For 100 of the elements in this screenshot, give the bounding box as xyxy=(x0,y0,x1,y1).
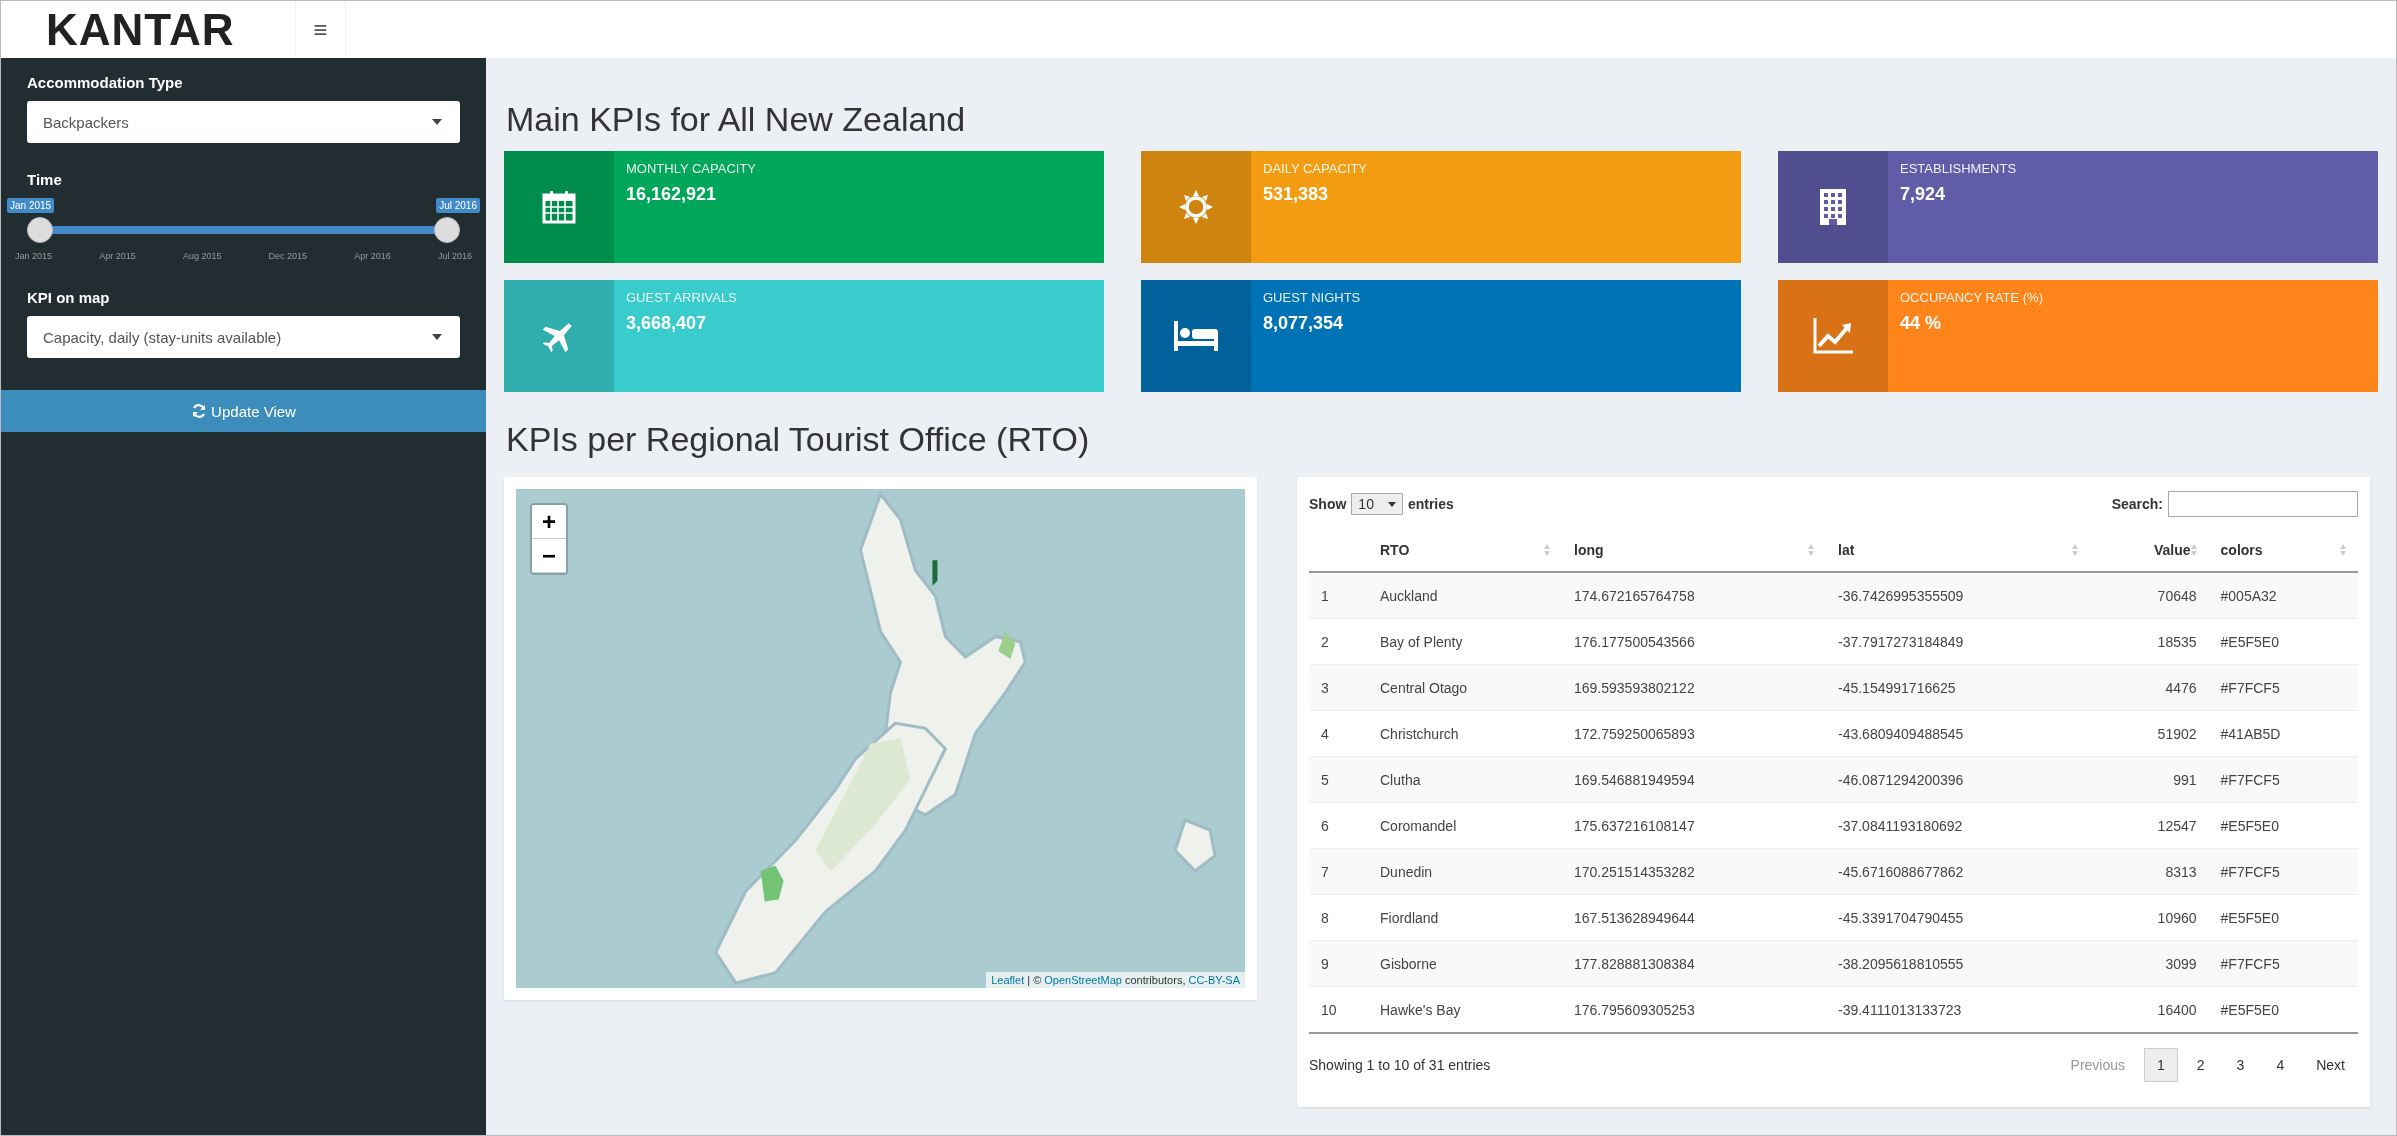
kpi-label: DAILY CAPACITY xyxy=(1263,161,1368,176)
table-cell: 70648 xyxy=(2090,572,2209,619)
table-cell: 991 xyxy=(2090,756,2209,803)
caret-icon xyxy=(432,334,442,340)
table-cell: #F7FCF5 xyxy=(2208,756,2358,803)
sort-icon xyxy=(2190,544,2197,556)
table-cell: Hawke's Bay xyxy=(1368,986,1562,1033)
table-cell: 4 xyxy=(1309,710,1368,757)
table-cell: 172.759250065893 xyxy=(1562,710,1826,757)
table-cell: 169.546881949594 xyxy=(1562,756,1826,803)
pagination-button[interactable]: 1 xyxy=(2144,1048,2178,1082)
table-cell: 177.828881308384 xyxy=(1562,940,1826,987)
sort-icon xyxy=(1544,544,1550,556)
kpi-label: GUEST NIGHTS xyxy=(1263,290,1361,305)
dropdown[interactable]: Capacity, daily (stay-units available) xyxy=(27,316,460,358)
zoom-out-button[interactable]: − xyxy=(532,539,566,573)
slider-value: Jul 2016 xyxy=(436,198,480,213)
update-button[interactable]: Update View xyxy=(1,390,486,432)
kpi-label: ESTABLISHMENTS xyxy=(1900,161,2017,176)
sort-icon xyxy=(1808,544,1814,556)
caret-icon xyxy=(1387,501,1396,507)
table-cell: Fiordland xyxy=(1368,894,1562,941)
table-cell: 167.513628949644 xyxy=(1562,894,1826,941)
table-cell: 8313 xyxy=(2090,848,2209,895)
table-cell: 4476 xyxy=(2090,664,2209,711)
table-cell: -37.7917273184849 xyxy=(1826,618,2090,665)
tick-label: Apr 2016 xyxy=(354,251,391,261)
table-info: Showing 1 to 10 of 31 entries xyxy=(1309,1057,1491,1073)
table-cell: 176.177500543566 xyxy=(1562,618,1826,665)
table-cell: -45.6716088677862 xyxy=(1826,848,2090,895)
caret-icon xyxy=(432,119,442,125)
table-cell: 2 xyxy=(1309,618,1368,665)
table-cell: 3 xyxy=(1309,664,1368,711)
page-length-dropdown[interactable]: 10 xyxy=(1351,493,1403,515)
table-cell: #41AB5D xyxy=(2208,710,2358,757)
section-title: KPIs per Regional Tourist Office (RTO) xyxy=(506,420,1091,459)
kpi-value: 16,162,921 xyxy=(626,184,718,205)
kpi-value: 44 % xyxy=(1900,313,1943,334)
table-cell: #E5F5E0 xyxy=(2208,986,2358,1033)
tick-label: Jul 2016 xyxy=(437,251,472,261)
bed-icon xyxy=(1174,321,1218,351)
table-cell: #005A32 xyxy=(2208,572,2358,619)
kpi-value: 3,668,407 xyxy=(626,313,708,334)
kpi-label: MONTHLY CAPACITY xyxy=(626,161,757,176)
section-title: Main KPIs for All New Zealand xyxy=(506,100,967,139)
attribution-text: | © xyxy=(1027,974,1042,986)
table-cell: 10960 xyxy=(2090,894,2209,941)
attribution-link[interactable]: OpenStreetMap xyxy=(1044,974,1122,986)
attribution-link[interactable]: CC-BY-SA xyxy=(1188,974,1240,986)
pagination-button[interactable]: Next xyxy=(2303,1048,2358,1082)
table-cell: -43.6809409488545 xyxy=(1826,710,2090,757)
table-cell: -38.2095618810555 xyxy=(1826,940,2090,987)
table-cell: #F7FCF5 xyxy=(2208,848,2358,895)
building-icon xyxy=(1819,188,1847,226)
table-cell: Coromandel xyxy=(1368,802,1562,849)
table-cell: -45.154991716625 xyxy=(1826,664,2090,711)
table-cell: 174.672165764758 xyxy=(1562,572,1826,619)
slider-value: Jan 2015 xyxy=(7,198,55,213)
table-cell: 7 xyxy=(1309,848,1368,895)
zoom-in-button[interactable]: + xyxy=(532,505,566,539)
search-label: Search: xyxy=(2111,496,2163,512)
slider-track[interactable] xyxy=(27,217,460,243)
dropdown[interactable]: Backpackers xyxy=(27,101,460,143)
table-cell: Christchurch xyxy=(1368,710,1562,757)
logo: KANTAR xyxy=(46,4,235,55)
kpi-value: 531,383 xyxy=(1263,184,1330,205)
table-cell: 10 xyxy=(1309,986,1368,1033)
kpi-value: 8,077,354 xyxy=(1263,313,1345,334)
slider-handle[interactable] xyxy=(434,217,460,243)
table-cell: -45.3391704790455 xyxy=(1826,894,2090,941)
table-cell: #F7FCF5 xyxy=(2208,940,2358,987)
length-label: entries xyxy=(1407,496,1454,512)
attribution-link[interactable]: Leaflet xyxy=(991,974,1025,986)
calendar-icon xyxy=(541,189,577,225)
kpi-label: GUEST ARRIVALS xyxy=(626,290,737,305)
pagination-button[interactable]: 2 xyxy=(2183,1048,2218,1082)
table-cell: Clutha xyxy=(1368,756,1562,803)
pagination-button[interactable]: 4 xyxy=(2263,1048,2298,1082)
tick-label: Apr 2015 xyxy=(99,251,136,261)
table-cell: -37.0841193180692 xyxy=(1826,802,2090,849)
table-cell: 5 xyxy=(1309,756,1368,803)
kpi-value: 7,924 xyxy=(1900,184,1947,205)
search-field[interactable] xyxy=(2168,491,2358,517)
table-cell: -39.4111013133723 xyxy=(1826,986,2090,1033)
table-cell: 51902 xyxy=(2090,710,2209,757)
table-cell: 6 xyxy=(1309,802,1368,849)
table-cell: #E5F5E0 xyxy=(2208,802,2358,849)
pagination-button[interactable]: 3 xyxy=(2223,1048,2258,1082)
table-cell: Central Otago xyxy=(1368,664,1562,711)
table-cell: -36.7426995355509 xyxy=(1826,572,2090,619)
sun-icon xyxy=(1177,188,1215,226)
slider-handle[interactable] xyxy=(27,217,53,243)
table-cell: -46.0871294200396 xyxy=(1826,756,2090,803)
table-cell: Bay of Plenty xyxy=(1368,618,1562,665)
kpi-label: OCCUPANCY RATE (%) xyxy=(1900,290,2043,305)
refresh-icon xyxy=(191,403,208,419)
table-cell: Gisborne xyxy=(1368,940,1562,987)
table-cell: #F7FCF5 xyxy=(2208,664,2358,711)
line-chart-icon xyxy=(1813,318,1853,354)
table-cell: 9 xyxy=(1309,940,1368,987)
